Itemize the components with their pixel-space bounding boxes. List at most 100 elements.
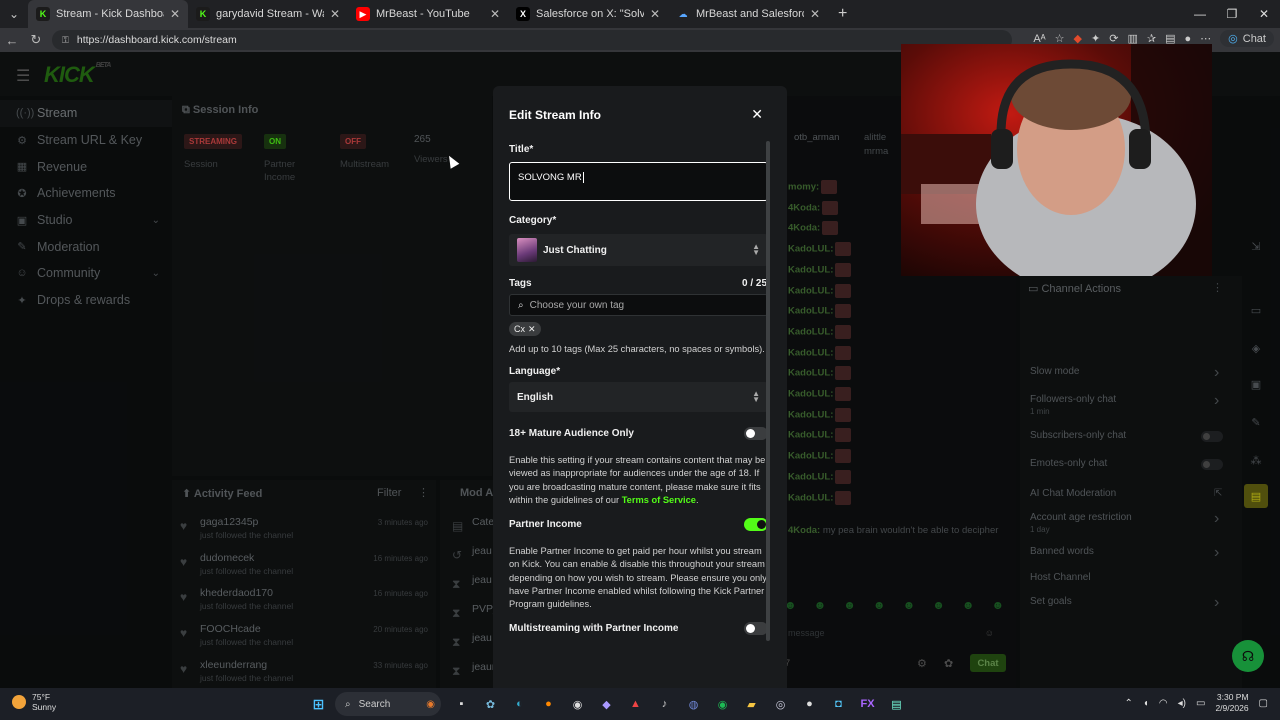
tab-close-icon[interactable]: ✕ [650,7,660,21]
partner-toggle-knob [757,520,766,529]
tab-favicon-icon: ▶ [356,7,370,21]
tab-favicon-icon: X [516,7,530,21]
steam-icon[interactable]: ◎ [768,692,793,717]
browser-tab[interactable]: ▶ MrBeast - YouTube ✕ [348,0,508,28]
weather-condition: Sunny [32,702,57,712]
tab-title: MrBeast and Salesforce [696,8,804,20]
mic-icon[interactable]: ◖ [1143,698,1149,709]
battery-icon[interactable]: ▭ [1196,698,1205,709]
tab-title: garydavid Stream - Watch Live [216,8,324,20]
title-label: Title* [509,144,534,155]
url-field[interactable]: ⚿ https://dashboard.kick.com/stream [52,30,1012,50]
language-value: English [517,391,554,403]
app-icon-4[interactable]: ◘ [826,692,851,717]
modal-title: Edit Stream Info [509,108,602,122]
taskbar-search[interactable]: ⌕ Search ◉ [335,692,441,716]
clock[interactable]: 3:30 PM 2/9/2026 [1215,692,1248,714]
copilot-chat-button[interactable]: ◎ Chat [1220,30,1274,47]
restore-icon[interactable]: ❐ [1216,0,1248,28]
file-explorer-icon[interactable]: ▰ [739,692,764,717]
tab-favicon-icon: K [196,7,210,21]
category-thumbnail [517,238,537,262]
search-icon: ⌕ [518,299,524,311]
tab-title: Stream - Kick Dashboard [56,8,164,20]
window-controls: — ❐ ✕ [1184,0,1280,28]
tags-count: 0 / 25 [742,278,768,289]
notification-icon[interactable]: ▢ [1259,698,1268,709]
close-icon[interactable]: ✕ [751,106,763,123]
site-info-icon[interactable]: ⚿ [62,35,69,46]
browser-tab[interactable]: Kgarydavid Stream - Watch Live ✕ [188,0,348,28]
task-view-icon[interactable]: ▪ [449,692,474,717]
discord-icon[interactable]: ◍ [681,692,706,717]
app-icon-2[interactable]: ▲ [623,692,648,717]
app-icon-1[interactable]: ◆ [594,692,619,717]
edge-icon[interactable]: ◐ [507,692,532,717]
obs-icon[interactable]: ◉ [565,692,590,717]
copilot-icon: ◎ [1228,33,1238,45]
profile-icon[interactable]: ● [1184,33,1191,45]
browser-tab-bar: ⌄ KStream - Kick Dashboard✕Kgarydavid St… [0,0,1280,28]
mature-label: 18+ Mature Audience Only [509,428,634,439]
tab-close-icon[interactable]: ✕ [170,7,180,21]
tab-favicon-icon: ☁ [676,7,690,21]
minimize-icon[interactable]: — [1184,0,1216,28]
close-window-icon[interactable]: ✕ [1248,0,1280,28]
tag-chip[interactable]: Cx ✕ [509,322,541,336]
partner-income-toggle[interactable] [744,518,768,531]
webcam-image [901,44,1212,276]
browser-tab[interactable]: K Stream - Kick Dashboard ✕ [28,0,188,28]
app-icon-3[interactable]: ● [797,692,822,717]
tag-search-input[interactable]: ⌕ Choose your own tag [509,294,768,316]
firefox-icon[interactable]: ● [536,692,561,717]
multistream-label: Multistreaming with Partner Income [509,623,679,634]
tab-close-icon[interactable]: ✕ [330,7,340,21]
language-select[interactable]: English ▲ ▼ [509,382,768,412]
browser-tab[interactable]: ☁ MrBeast and Salesforce ✕ [668,0,828,28]
mature-help-text: Enable this setting if your stream conta… [509,455,766,505]
sun-icon [12,695,26,709]
language-arrows-icon: ▲ ▼ [752,389,760,404]
windows-taskbar: 75°F Sunny ⊞ ⌕ Search ◉ ▪ ✿ ◐ ● ◉ ◆ ▲ ♪ ◍ ◉… [0,688,1280,720]
tab-close-icon[interactable]: ✕ [810,7,820,21]
tab-close-icon[interactable]: ✕ [490,7,500,21]
fx-icon[interactable]: FX [855,692,880,717]
audio-app-icon[interactable]: ♪ [652,692,677,717]
partner-help-text: Enable Partner Income to get paid per ho… [509,546,767,610]
tab-title: Salesforce on X: "Solve puzzle. Sla [536,8,644,20]
stream-title-input[interactable]: SOLVONG MR [509,162,768,201]
app-icon-5[interactable]: ▤ [884,692,909,717]
multistream-toggle[interactable] [744,622,768,635]
terms-of-service-link[interactable]: Terms of Service [622,495,696,505]
new-tab-button[interactable]: + [828,5,857,23]
remove-tag-icon[interactable]: ✕ [528,324,536,335]
url-text: https://dashboard.kick.com/stream [76,34,237,46]
copilot-chat-label: Chat [1242,32,1266,45]
back-icon[interactable]: ← [0,33,24,48]
multistream-toggle-knob [746,624,755,633]
browser-tab[interactable]: X Salesforce on X: "Solve puzzle. Sla ✕ [508,0,668,28]
tab-strip: KStream - Kick Dashboard✕Kgarydavid Stre… [28,0,828,28]
category-value: Just Chatting [543,244,607,256]
start-icon[interactable]: ⊞ [306,692,331,717]
partner-income-label: Partner Income [509,519,582,530]
volume-icon[interactable]: ◂) [1178,698,1186,709]
taskbar-apps: ⊞ ⌕ Search ◉ ▪ ✿ ◐ ● ◉ ◆ ▲ ♪ ◍ ◉ ▰ ◎ ● ◘ F… [306,688,909,720]
mature-toggle[interactable] [744,427,768,440]
tags-help-text: Add up to 10 tags (Max 25 characters, no… [509,344,765,354]
modal-scrollbar[interactable] [766,141,770,641]
copilot-app-icon[interactable]: ✿ [478,692,503,717]
weather-widget[interactable]: 75°F Sunny [12,692,56,712]
taskbar-search-label: Search [358,698,391,710]
search-highlight-icon: ◉ [426,698,435,710]
tab-search-icon[interactable]: ⌄ [0,0,28,28]
tray-chevron-icon[interactable]: ⌃ [1124,698,1132,709]
wifi-icon[interactable]: ◠ [1159,698,1168,709]
category-select[interactable]: Just Chatting ▲ ▼ [509,234,768,266]
reload-icon[interactable]: ↻ [24,32,48,48]
tab-favicon-icon: K [36,7,50,21]
weather-text: 75°F Sunny [32,692,56,712]
spotify-icon[interactable]: ◉ [710,692,735,717]
read-aloud-icon[interactable]: Aᴬ [1033,33,1045,45]
system-tray: ⌃ ◖ ◠ ◂) ▭ 3:30 PM 2/9/2026 ▢ [1124,692,1268,714]
